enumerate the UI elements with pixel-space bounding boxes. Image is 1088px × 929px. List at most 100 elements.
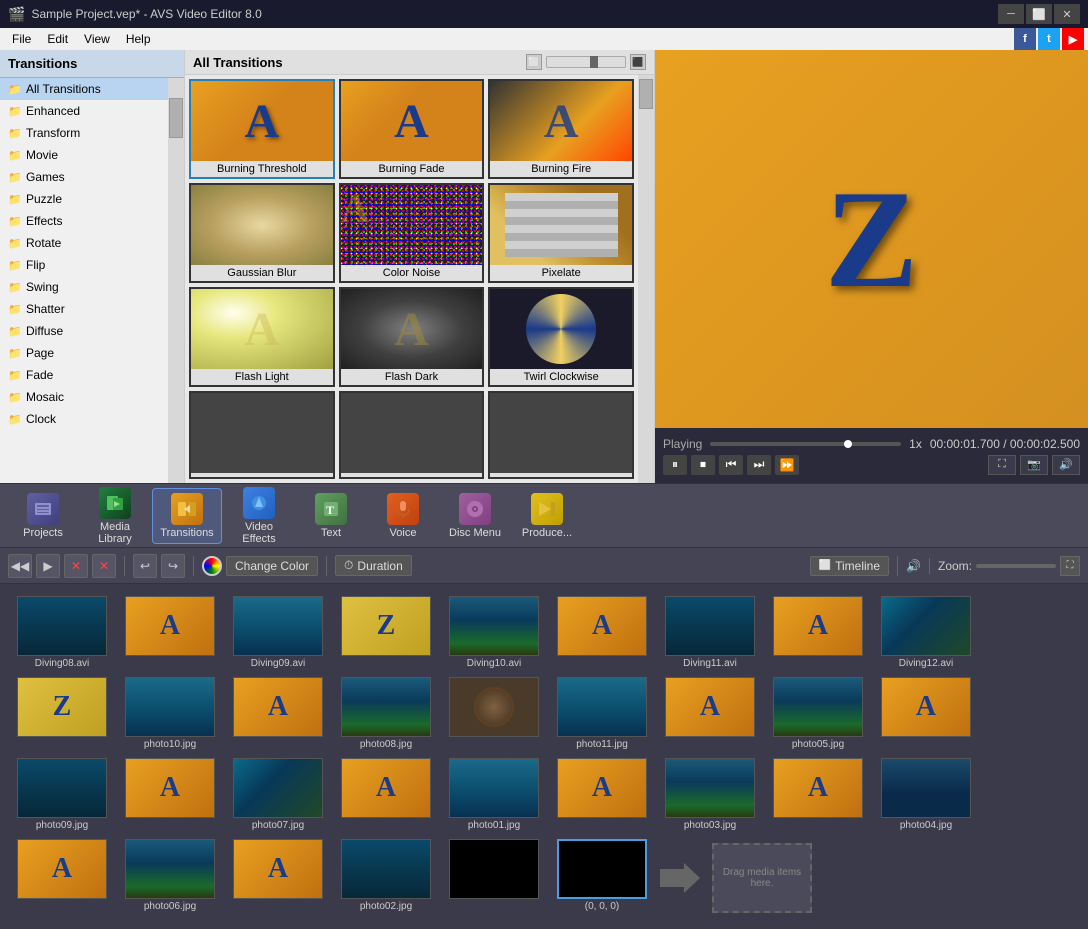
timeline-cancel-button[interactable]: ✕: [64, 554, 88, 578]
transition-extra-2[interactable]: [339, 391, 485, 479]
sidebar-item-fade[interactable]: 📁 Fade: [0, 364, 168, 386]
transition-flash-dark[interactable]: Flash Dark: [339, 287, 485, 387]
zoom-slider[interactable]: [976, 564, 1056, 568]
transition-burning-fade[interactable]: Burning Fade: [339, 79, 485, 179]
minimize-button[interactable]: ─: [998, 4, 1024, 24]
sidebar-item-games[interactable]: 📁 Games: [0, 166, 168, 188]
media-item-transition-7[interactable]: [444, 677, 544, 750]
playback-progress-bar[interactable]: [710, 442, 901, 446]
expand-button[interactable]: ⛶: [1060, 556, 1080, 576]
restore-button[interactable]: ⬜: [1026, 4, 1052, 24]
video-effects-button[interactable]: Video Effects: [224, 488, 294, 544]
media-item-transition-2[interactable]: Z: [336, 596, 436, 669]
media-item-transition-3[interactable]: A: [552, 596, 652, 669]
media-item-transition-12[interactable]: A: [552, 758, 652, 831]
drag-media-area[interactable]: Drag media items here.: [712, 843, 812, 913]
sidebar-item-page[interactable]: 📁 Page: [0, 342, 168, 364]
menu-edit[interactable]: Edit: [39, 28, 76, 50]
transition-extra-1[interactable]: [189, 391, 335, 479]
media-item-transition-13[interactable]: A: [768, 758, 868, 831]
text-button[interactable]: T Text: [296, 488, 366, 544]
media-item-transition-9[interactable]: A: [876, 677, 976, 750]
media-item-diving08[interactable]: Diving08.avi: [12, 596, 112, 669]
transition-extra-3[interactable]: [488, 391, 634, 479]
large-view-button[interactable]: ⬛: [630, 54, 646, 70]
left-scrollbar[interactable]: [168, 78, 184, 483]
media-item-transition-5[interactable]: Z: [12, 677, 112, 750]
undo-button[interactable]: ↩: [133, 554, 157, 578]
media-item-transition-15[interactable]: A: [228, 839, 328, 917]
sidebar-item-diffuse[interactable]: 📁 Diffuse: [0, 320, 168, 342]
menu-file[interactable]: File: [4, 28, 39, 50]
media-item-black-thumb[interactable]: [444, 839, 544, 917]
change-color-circle[interactable]: [202, 556, 222, 576]
sidebar-item-rotate[interactable]: 📁 Rotate: [0, 232, 168, 254]
voice-button[interactable]: Voice: [368, 488, 438, 544]
redo-button[interactable]: ↪: [161, 554, 185, 578]
media-item-transition-11[interactable]: A: [336, 758, 436, 831]
size-slider-thumb[interactable]: [590, 56, 598, 68]
twitter-button[interactable]: t: [1038, 28, 1060, 50]
timeline-play-button[interactable]: ▶: [36, 554, 60, 578]
media-item-photo03[interactable]: photo03.jpg: [660, 758, 760, 831]
media-item-diving10[interactable]: Diving10.avi: [444, 596, 544, 669]
facebook-button[interactable]: f: [1014, 28, 1036, 50]
produce-button[interactable]: Produce...: [512, 488, 582, 544]
transition-gaussian-blur[interactable]: Gaussian Blur: [189, 183, 335, 283]
media-item-diving11[interactable]: Diving11.avi: [660, 596, 760, 669]
fullscreen-button[interactable]: ⛶: [988, 455, 1016, 475]
stop-button[interactable]: ⏹: [691, 455, 715, 475]
media-library-button[interactable]: Media Library: [80, 488, 150, 544]
disc-menu-button[interactable]: Disc Menu: [440, 488, 510, 544]
scroll-thumb[interactable]: [169, 98, 183, 138]
transitions-button[interactable]: Transitions: [152, 488, 222, 544]
small-view-button[interactable]: ⬜: [526, 54, 542, 70]
sidebar-item-flip[interactable]: 📁 Flip: [0, 254, 168, 276]
sidebar-item-transform[interactable]: 📁 Transform: [0, 122, 168, 144]
transition-burning-fire[interactable]: Burning Fire: [488, 79, 634, 179]
timeline-back-button[interactable]: ◀◀: [8, 554, 32, 578]
media-item-photo07[interactable]: photo07.jpg: [228, 758, 328, 831]
media-item-transition-1[interactable]: A: [120, 596, 220, 669]
media-item-photo05[interactable]: photo05.jpg: [768, 677, 868, 750]
media-item-photo06[interactable]: photo06.jpg: [120, 839, 220, 917]
snapshot-button[interactable]: 📷: [1020, 455, 1048, 475]
youtube-button[interactable]: ▶: [1062, 28, 1084, 50]
close-button[interactable]: ✕: [1054, 4, 1080, 24]
volume-button[interactable]: 🔊: [1052, 455, 1080, 475]
sidebar-item-all-transitions[interactable]: 📁 All Transitions: [0, 78, 168, 100]
fast-forward-button[interactable]: ⏩: [775, 455, 799, 475]
grid-scroll-thumb[interactable]: [639, 79, 653, 109]
menu-view[interactable]: View: [76, 28, 118, 50]
media-item-transition-8[interactable]: A: [660, 677, 760, 750]
media-item-transition-10[interactable]: A: [120, 758, 220, 831]
sidebar-item-mosaic[interactable]: 📁 Mosaic: [0, 386, 168, 408]
media-item-photo10[interactable]: photo10.jpg: [120, 677, 220, 750]
change-color-button[interactable]: Change Color: [226, 556, 318, 576]
timeline-view-toggle[interactable]: ⬜ Timeline: [810, 556, 889, 576]
playback-thumb[interactable]: [844, 440, 852, 448]
media-item-color-selected[interactable]: (0, 0, 0): [552, 839, 652, 917]
transition-color-noise[interactable]: A Color Noise: [339, 183, 485, 283]
duration-button[interactable]: ⏱ Duration: [335, 555, 412, 576]
media-item-transition-4[interactable]: A: [768, 596, 868, 669]
media-item-photo08[interactable]: photo08.jpg: [336, 677, 436, 750]
sidebar-item-effects[interactable]: 📁 Effects: [0, 210, 168, 232]
transition-burning-threshold[interactable]: Burning Threshold: [189, 79, 335, 179]
sidebar-item-enhanced[interactable]: 📁 Enhanced: [0, 100, 168, 122]
media-item-transition-6[interactable]: A: [228, 677, 328, 750]
sidebar-item-puzzle[interactable]: 📁 Puzzle: [0, 188, 168, 210]
media-item-photo02[interactable]: photo02.jpg: [336, 839, 436, 917]
sidebar-item-movie[interactable]: 📁 Movie: [0, 144, 168, 166]
projects-button[interactable]: Projects: [8, 488, 78, 544]
next-button[interactable]: ⏭: [747, 455, 771, 475]
sidebar-item-clock[interactable]: 📁 Clock: [0, 408, 168, 430]
play-pause-button[interactable]: ⏸: [663, 455, 687, 475]
media-item-photo11[interactable]: photo11.jpg: [552, 677, 652, 750]
menu-help[interactable]: Help: [118, 28, 159, 50]
media-item-diving12[interactable]: Diving12.avi: [876, 596, 976, 669]
sidebar-item-shatter[interactable]: 📁 Shatter: [0, 298, 168, 320]
media-item-diving09[interactable]: Diving09.avi: [228, 596, 328, 669]
media-item-transition-14[interactable]: A: [12, 839, 112, 917]
media-item-photo04[interactable]: photo04.jpg: [876, 758, 976, 831]
